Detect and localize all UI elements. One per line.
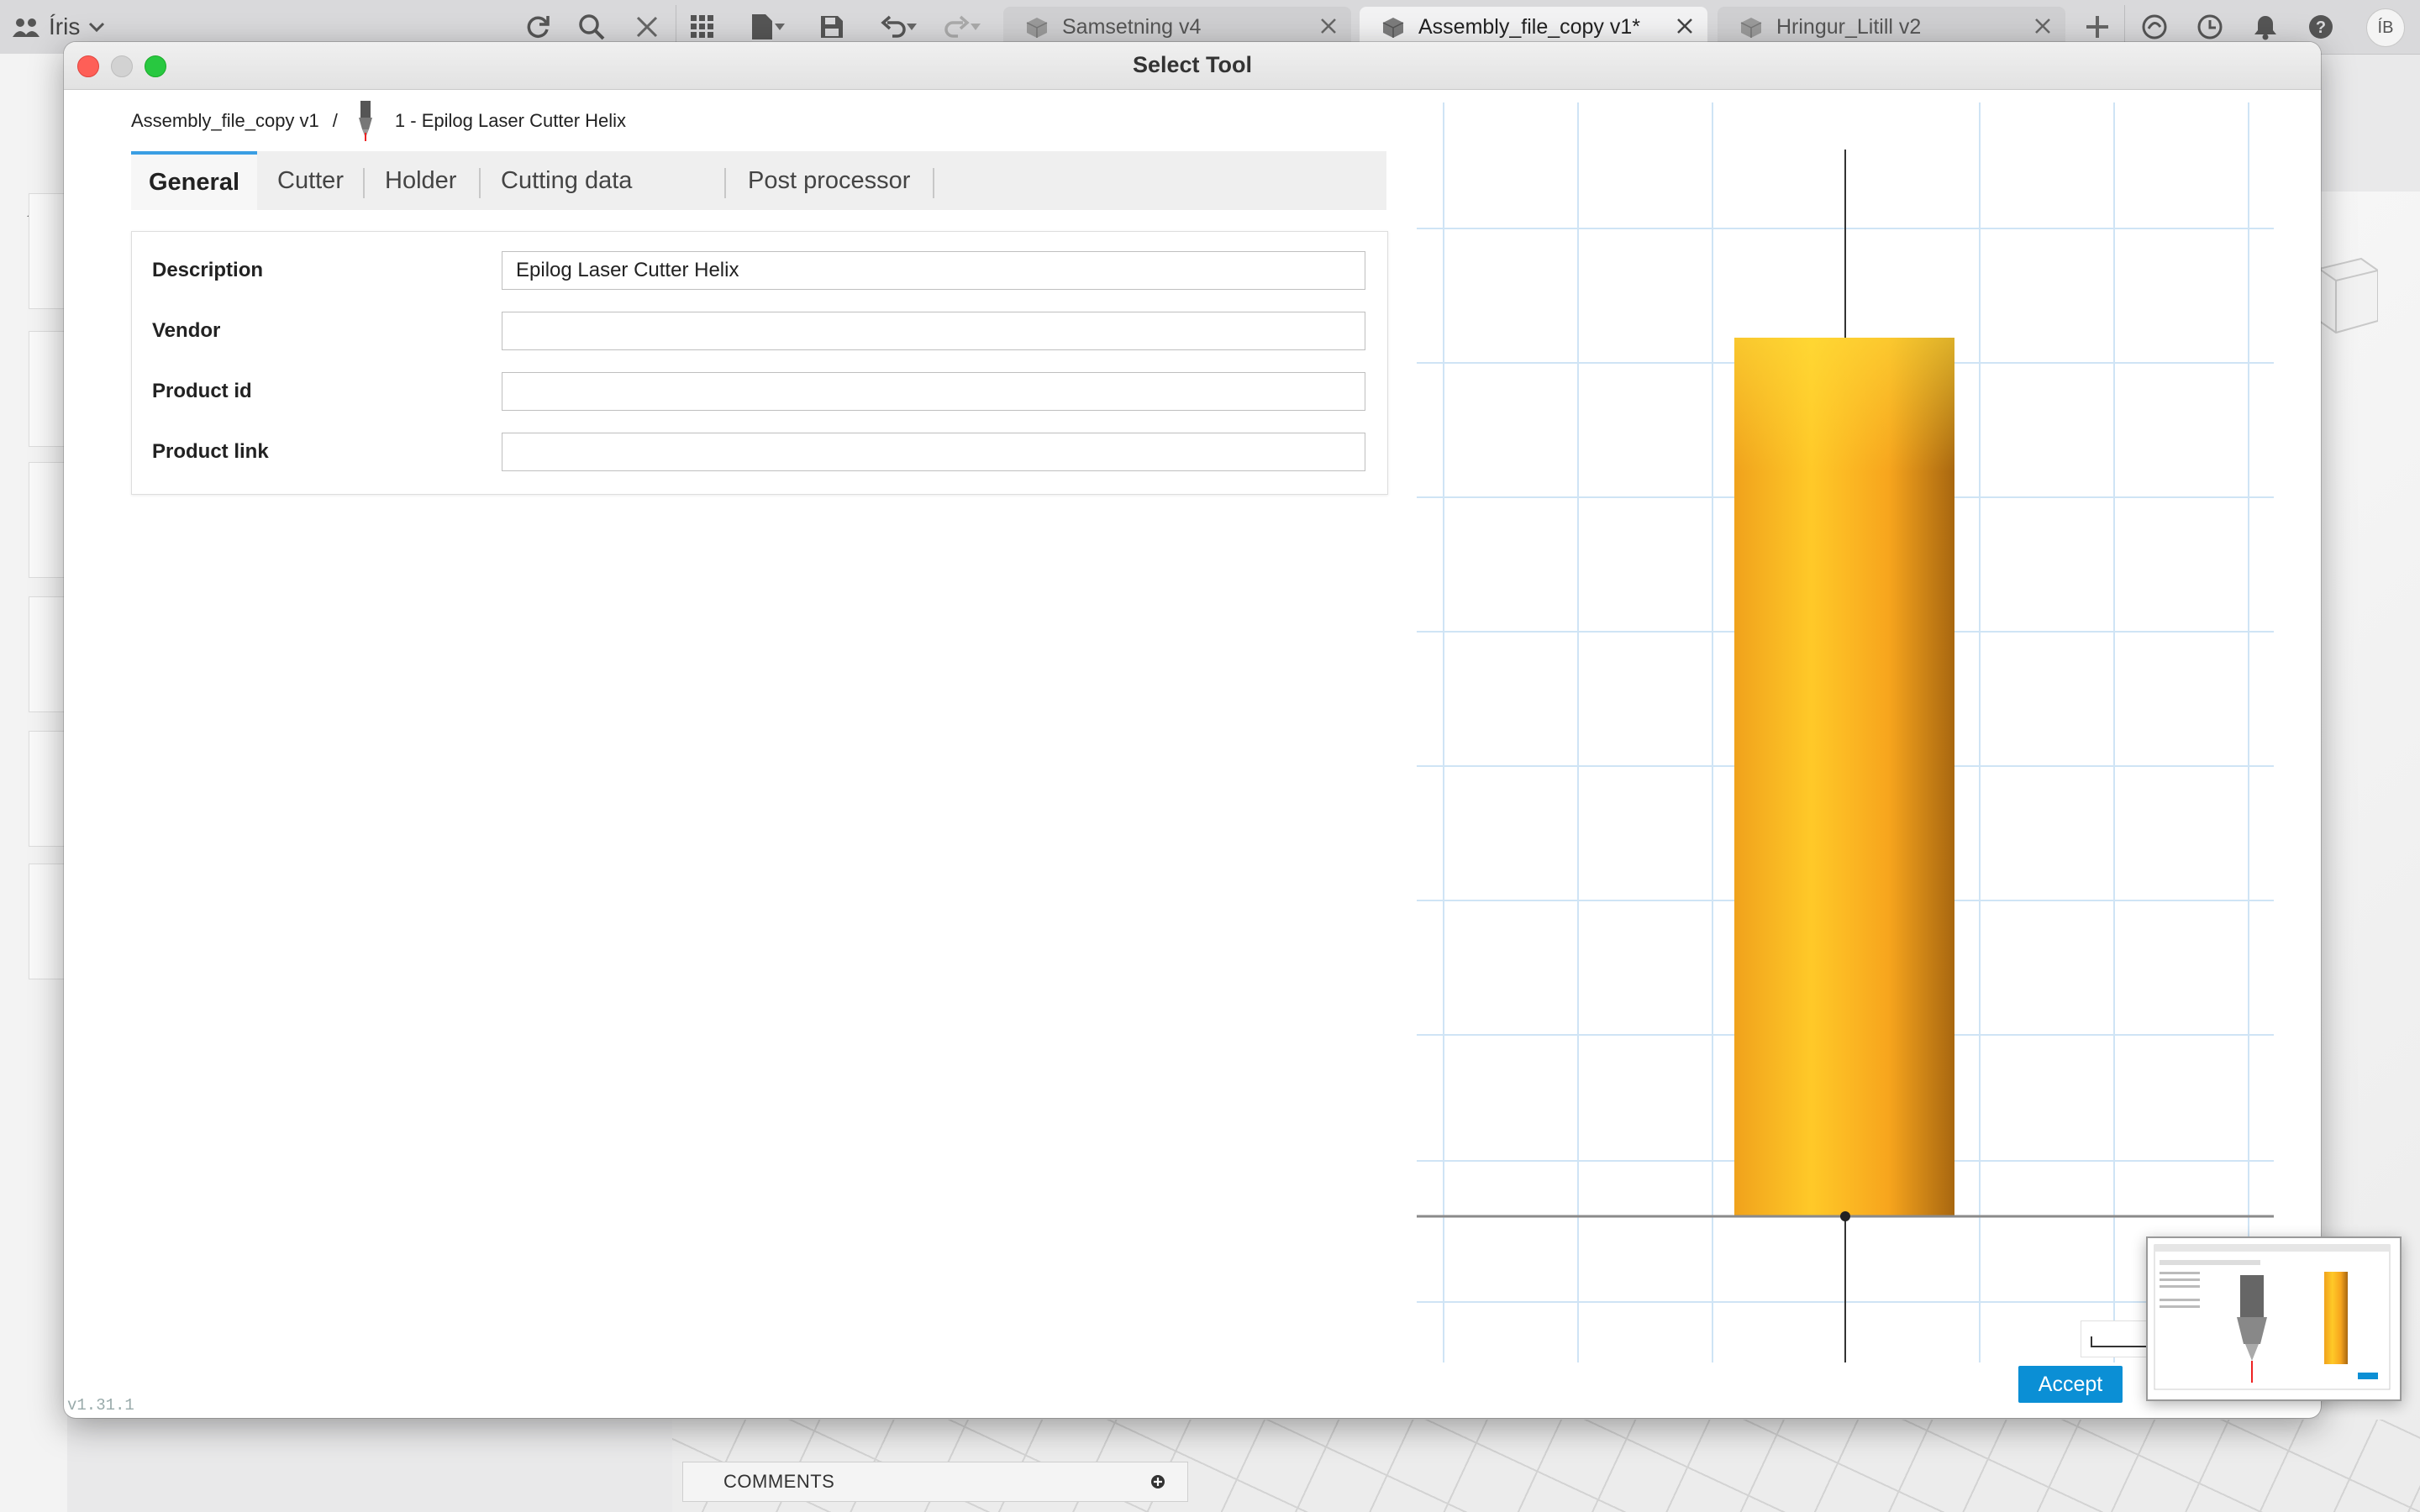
tool-origin-point (1840, 1211, 1850, 1221)
redo-icon (944, 15, 970, 38)
tab-general[interactable]: General (131, 151, 257, 210)
tool-preview[interactable] (1417, 102, 2274, 1362)
breadcrumb: Assembly_file_copy v1 / 1 - Epilog Laser… (131, 101, 627, 141)
notification-icon (2254, 16, 2276, 40)
tab-post-processor[interactable]: Post processor (748, 151, 910, 210)
background-thumbnail (29, 731, 68, 847)
viewcube-icon[interactable] (2319, 252, 2378, 344)
background-thumbnail (29, 462, 68, 578)
tool-icon (358, 101, 372, 141)
user-avatar[interactable]: ÍB (2366, 8, 2405, 47)
tab-label: Hringur_Litill v2 (1776, 15, 1922, 39)
people-icon (13, 18, 39, 37)
help-icon: ? (2309, 15, 2333, 39)
product-link-label: Product link (152, 440, 269, 463)
background-browser-panel (0, 54, 68, 1512)
dialog-title: Select Tool (1132, 52, 1253, 77)
select-tool-dialog: Select Tool Assembly_file_copy v1 / 1 - … (64, 42, 2321, 1418)
breadcrumb-document[interactable]: Assembly_file_copy v1 (131, 110, 319, 132)
team-switcher[interactable]: Íris (12, 12, 105, 42)
background-thumbnail (29, 864, 68, 979)
cube-icon (1026, 18, 1048, 38)
chevron-down-icon (971, 24, 981, 30)
tab-cutting-data[interactable]: Cutting data (501, 151, 632, 210)
close-button[interactable] (632, 12, 662, 42)
product-id-field[interactable] (502, 372, 1365, 411)
close-tab-icon[interactable] (1674, 15, 1696, 37)
chevron-down-icon (89, 22, 105, 33)
new-tab-button[interactable] (2082, 12, 2112, 42)
undo-icon (881, 15, 906, 38)
extensions-button[interactable] (2139, 12, 2170, 42)
tab-label: Samsetning v4 (1062, 15, 1202, 39)
close-tab-icon[interactable] (1318, 15, 1339, 37)
tool-tabs: General Cutter Holder Cutting data Post … (131, 151, 1386, 210)
document-tab-samsetning[interactable]: Samsetning v4 (1003, 7, 1351, 47)
version-label: v1.31.1 (67, 1396, 134, 1415)
background-thumbnail (29, 331, 68, 447)
description-field[interactable] (502, 251, 1365, 290)
general-form: Description Vendor Product id Product li… (131, 231, 1388, 495)
extensions-icon (2142, 14, 2167, 39)
help-button[interactable]: ? (2306, 12, 2336, 42)
tool-highlight (1734, 338, 1954, 472)
search-icon (579, 14, 605, 40)
job-status-icon (2197, 14, 2223, 39)
search-button[interactable] (576, 12, 607, 42)
notifications-button[interactable] (2250, 12, 2281, 42)
description-label: Description (152, 259, 264, 281)
product-id-label: Product id (152, 380, 252, 402)
product-link-field[interactable] (502, 433, 1365, 471)
add-comment-icon[interactable] (1150, 1474, 1165, 1489)
background-thumbnail (29, 596, 68, 712)
comments-label: COMMENTS (723, 1471, 835, 1492)
cube-icon (1740, 18, 1762, 38)
vendor-field[interactable] (502, 312, 1365, 350)
refresh-button[interactable] (523, 12, 553, 42)
team-label: Íris (49, 13, 81, 39)
breadcrumb-tool: 1 - Epilog Laser Cutter Helix (394, 110, 627, 131)
chevron-down-icon (775, 24, 785, 30)
save-button[interactable] (817, 12, 847, 42)
vendor-label: Vendor (152, 319, 221, 342)
document-tab-assembly[interactable]: Assembly_file_copy v1* (1360, 7, 1707, 47)
tab-cutter[interactable]: Cutter (277, 151, 344, 210)
svg-text:?: ? (2316, 18, 2326, 37)
save-icon (821, 16, 843, 38)
job-status-button[interactable] (2195, 12, 2225, 42)
close-icon (636, 16, 658, 38)
redo-button[interactable] (938, 12, 988, 42)
grid-icon (691, 15, 713, 38)
breadcrumb-separator: / (332, 110, 338, 131)
file-menu-button[interactable] (743, 12, 793, 42)
window-thumbnail[interactable] (2146, 1236, 2402, 1401)
accept-button[interactable]: Accept (2018, 1366, 2123, 1403)
plus-icon (2086, 16, 2108, 38)
dialog-titlebar[interactable]: Select Tool (64, 42, 2321, 90)
tab-label: Assembly_file_copy v1* (1418, 15, 1641, 39)
refresh-icon (527, 16, 550, 38)
background-thumbnail (29, 193, 68, 309)
tab-holder[interactable]: Holder (385, 151, 456, 210)
comments-panel[interactable]: COMMENTS (682, 1462, 1188, 1502)
chevron-down-icon (907, 24, 917, 30)
data-panel-button[interactable] (687, 12, 718, 42)
undo-button[interactable] (874, 12, 924, 42)
close-tab-icon[interactable] (2032, 15, 2054, 37)
document-tab-hringur[interactable]: Hringur_Litill v2 (1718, 7, 2065, 47)
cube-icon (1382, 18, 1404, 38)
file-icon (752, 14, 772, 39)
